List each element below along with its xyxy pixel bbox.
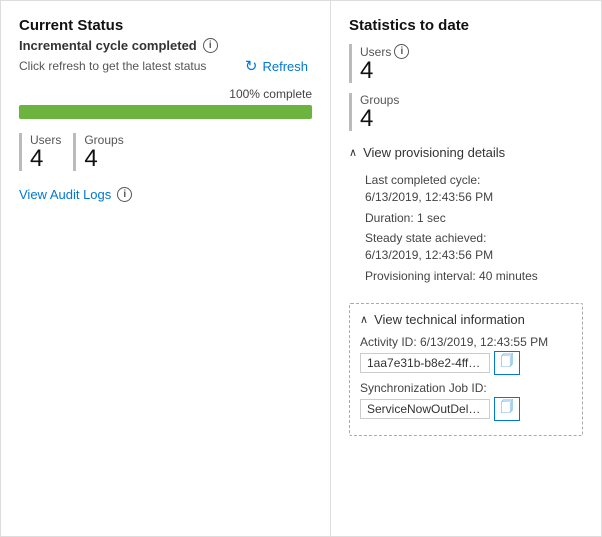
- activity-id-copy-button[interactable]: 🗍: [494, 351, 520, 375]
- technical-info-header[interactable]: ∧ View technical information: [360, 312, 572, 327]
- right-groups-stat-box: Groups 4: [349, 93, 583, 131]
- activity-id-row: Activity ID: 6/13/2019, 12:43:55 PM 1aa7…: [360, 335, 572, 375]
- groups-stat-inner: Groups 4: [84, 133, 123, 171]
- technical-chevron-icon: ∧: [360, 313, 368, 326]
- provisioning-details-section: ∧ View provisioning details Last complet…: [349, 141, 583, 293]
- technical-info-section: ∧ View technical information Activity ID…: [349, 303, 583, 436]
- progress-bar-container: [19, 105, 312, 119]
- right-panel: Statistics to date Users i 4 Groups 4 ∧: [331, 1, 601, 536]
- refresh-icon: ↻: [245, 57, 258, 75]
- right-users-inner: Users i 4: [360, 44, 409, 83]
- steady-state-line: Steady state achieved: 6/13/2019, 12:43:…: [365, 230, 583, 264]
- activity-id-field-row: 1aa7e31b-b8e2-4ff1-9... 🗍: [360, 351, 572, 375]
- job-id-label: Synchronization Job ID:: [360, 381, 572, 395]
- progress-bar-fill: [19, 105, 312, 119]
- refresh-button[interactable]: ↻ Refresh: [241, 55, 312, 77]
- cycle-label-row: Incremental cycle completed i: [19, 38, 312, 53]
- click-refresh-text: Click refresh to get the latest status: [19, 59, 206, 73]
- users-stat-box: Users 4: [19, 133, 61, 171]
- groups-value: 4: [84, 147, 123, 171]
- audit-logs-info-icon[interactable]: i: [117, 187, 132, 202]
- right-users-value: 4: [360, 59, 409, 83]
- job-id-input: ServiceNowOutDelta.3...: [360, 399, 490, 419]
- stats-row: Users 4 Groups 4: [19, 133, 312, 171]
- job-id-copy-button[interactable]: 🗍: [494, 397, 520, 421]
- cycle-label-text: Incremental cycle completed: [19, 38, 197, 53]
- right-users-stat-box: Users i 4: [349, 44, 583, 83]
- duration-line: Duration: 1 sec: [365, 210, 583, 227]
- users-stat-inner: Users 4: [30, 133, 61, 171]
- technical-info-label: View technical information: [374, 312, 525, 327]
- groups-stat-box: Groups 4: [73, 133, 123, 171]
- interval-line: Provisioning interval: 40 minutes: [365, 268, 583, 285]
- progress-label: 100% complete: [19, 87, 312, 101]
- refresh-label: Refresh: [262, 59, 308, 74]
- job-id-row: Synchronization Job ID: ServiceNowOutDel…: [360, 381, 572, 421]
- provisioning-details-label: View provisioning details: [363, 145, 505, 160]
- right-groups-value: 4: [360, 107, 399, 131]
- statistics-title: Statistics to date: [349, 17, 583, 34]
- right-users-info-icon[interactable]: i: [394, 44, 409, 59]
- current-status-title: Current Status: [19, 17, 312, 34]
- job-id-field-row: ServiceNowOutDelta.3... 🗍: [360, 397, 572, 421]
- provisioning-details-content: Last completed cycle: 6/13/2019, 12:43:5…: [349, 164, 583, 293]
- activity-id-input: 1aa7e31b-b8e2-4ff1-9...: [360, 353, 490, 373]
- refresh-row: Click refresh to get the latest status ↻…: [19, 55, 312, 77]
- provisioning-details-header[interactable]: ∧ View provisioning details: [349, 141, 583, 164]
- left-panel: Current Status Incremental cycle complet…: [1, 1, 331, 536]
- right-groups-inner: Groups 4: [360, 93, 399, 131]
- provisioning-chevron-icon: ∧: [349, 146, 357, 159]
- audit-logs-link[interactable]: View Audit Logs: [19, 187, 111, 202]
- activity-id-label: Activity ID: 6/13/2019, 12:43:55 PM: [360, 335, 572, 349]
- audit-logs-row: View Audit Logs i: [19, 187, 312, 202]
- last-cycle-line: Last completed cycle: 6/13/2019, 12:43:5…: [365, 172, 583, 206]
- users-value: 4: [30, 147, 61, 171]
- cycle-info-icon[interactable]: i: [203, 38, 218, 53]
